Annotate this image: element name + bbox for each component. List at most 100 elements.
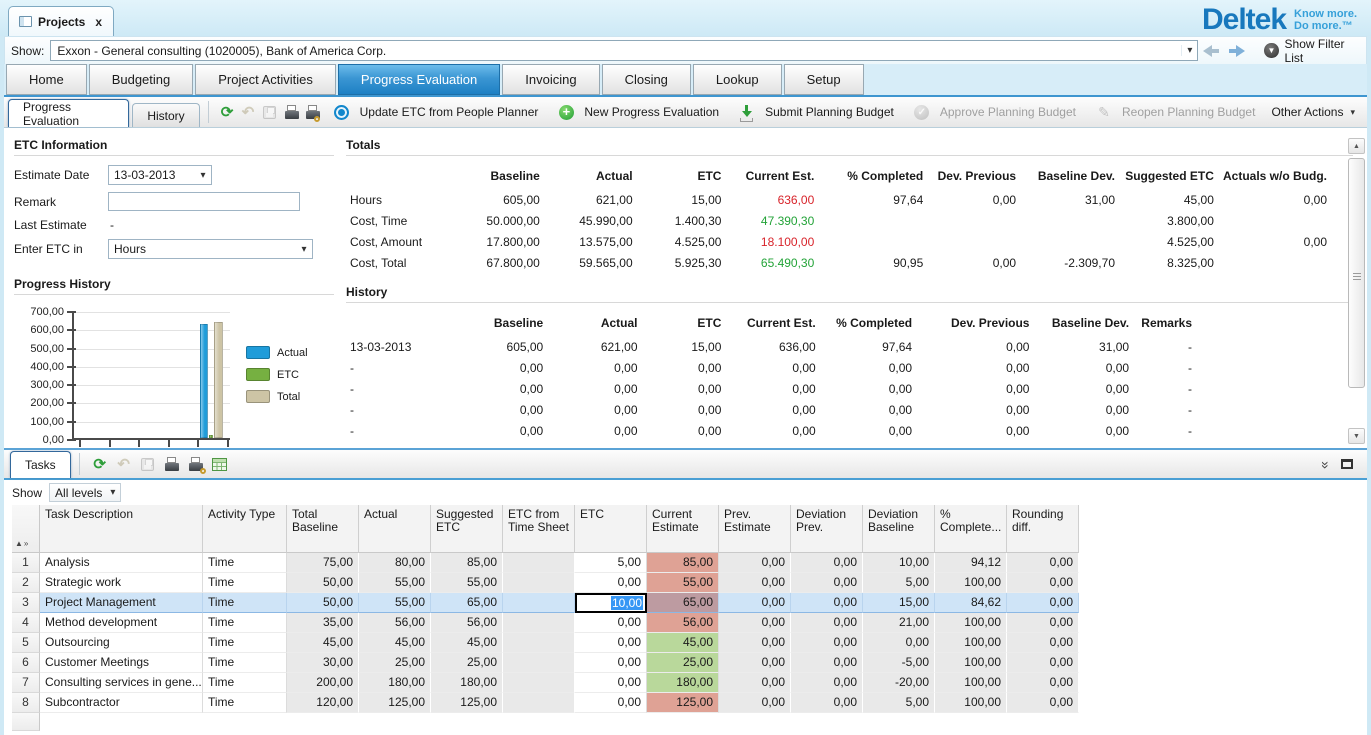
save-icon [261,103,278,122]
maximize-pane-icon[interactable] [1341,459,1353,469]
scrollbar-thumb[interactable] [1348,158,1365,388]
target-icon[interactable] [332,103,352,122]
legend-label: Actual [277,347,308,359]
show-label: Show: [11,44,44,58]
etc-information-column: ETC Information Estimate Date 13-03-2013… [4,128,334,448]
tasks-grid: ▲»Task DescriptionActivity TypeTotal Bas… [12,505,1079,731]
task-row[interactable]: 6Customer MeetingsTime30,0025,0025,000,0… [12,653,1079,673]
vertical-scrollbar[interactable]: ▲ ▼ [1348,138,1365,444]
y-axis-label: 300,00 [14,379,64,391]
close-icon[interactable]: x [95,15,102,29]
tab-tasks[interactable]: Tasks [10,451,71,478]
chevron-down-icon[interactable]: ▾ [1181,45,1197,56]
column-header-etc-from-time-sheet[interactable]: ETC from Time Sheet [503,505,575,553]
deltek-logo: Deltek Know more.Do more.™ [1202,3,1357,37]
legend-label: Total [277,391,300,403]
chart-plot [72,312,230,440]
main-tab-setup[interactable]: Setup [784,64,864,95]
chevron-down-circle-icon: ▼ [1264,43,1278,58]
main-tab-bar: HomeBudgetingProject ActivitiesProgress … [4,64,1367,97]
collapse-pane-icon[interactable]: » [1321,461,1331,467]
new-progress-evaluation-button[interactable]: +New Progress Evaluation [546,103,727,122]
main-tab-project-activities[interactable]: Project Activities [195,64,336,95]
scroll-down-icon[interactable]: ▼ [1348,428,1365,444]
main-tab-home[interactable]: Home [6,64,87,95]
selected-text: 10,00 [611,596,643,610]
preview-icon[interactable] [303,103,320,122]
task-row[interactable]: 3Project ManagementTime50,0055,0065,0010… [12,593,1079,613]
column-header-complete[interactable]: % Complete... [935,505,1007,553]
main-tab-lookup[interactable]: Lookup [693,64,782,95]
column-header-etc[interactable]: ETC [575,505,647,553]
legend-item: ETC [246,368,308,381]
task-row[interactable]: 1AnalysisTime75,0080,0085,005,0085,000,0… [12,553,1079,573]
column-header-actual[interactable]: Actual [359,505,431,553]
brand-name: Deltek [1202,3,1286,37]
column-header-activity-type[interactable]: Activity Type [203,505,287,553]
update-etc-from-people-planner-button[interactable]: Update ETC from People Planner [322,103,547,122]
tasks-pane: Tasks ⟳↶ » Show All levels ▾ ▲»Task Desc… [4,448,1367,735]
table-icon[interactable] [210,455,230,474]
column-header-actual: Actual [547,312,641,336]
column-header-current-estimate[interactable]: Current Estimate [647,505,719,553]
main-tab-invoicing[interactable]: Invoicing [502,64,599,95]
table-row: -0,000,000,000,000,000,000,00- [346,420,1196,441]
column-header-baseline-dev: Baseline Dev. [1033,312,1133,336]
subtab-history[interactable]: History [132,103,199,127]
main-tab-budgeting[interactable]: Budgeting [89,64,194,95]
column-header-baseline-dev: Baseline Dev. [1020,165,1119,189]
column-header-suggested-etc[interactable]: Suggested ETC [431,505,503,553]
subtab-progress-evaluation[interactable]: Progress Evaluation [8,99,129,127]
column-header-total-baseline[interactable]: Total Baseline [287,505,359,553]
task-row[interactable]: 8SubcontractorTime120,00125,00125,000,00… [12,693,1079,713]
row-number: 4 [12,613,40,633]
main-tab-progress-evaluation[interactable]: Progress Evaluation [338,64,500,95]
remark-label: Remark [14,195,108,209]
scroll-up-icon[interactable]: ▲ [1348,138,1365,154]
refresh-icon[interactable]: ⟳ [90,455,110,474]
row-number: 6 [12,653,40,673]
estimate-date-select[interactable]: 13-03-2013 ▾ [108,165,212,185]
column-header-prev-estimate[interactable]: Prev. Estimate [719,505,791,553]
project-selector[interactable]: Exxon - General consulting (1020005), Ba… [50,40,1198,61]
plus-icon[interactable]: + [556,103,576,122]
level-select[interactable]: All levels ▾ [49,483,121,502]
enter-etc-in-select[interactable]: Hours ▾ [108,239,313,259]
task-row[interactable]: 7Consulting services in gene...Time200,0… [12,673,1079,693]
form-icon [19,16,32,27]
column-header-task-description[interactable]: Task Description [40,505,203,553]
show-filter-list-button[interactable]: ▼ Show Filter List [1264,37,1362,65]
column-header-deviation-baseline[interactable]: Deviation Baseline [863,505,935,553]
task-row[interactable]: 5OutsourcingTime45,0045,0045,000,0045,00… [12,633,1079,653]
print-icon[interactable] [282,103,299,122]
preview-icon[interactable] [186,455,206,474]
print-icon[interactable] [162,455,182,474]
main-tab-closing[interactable]: Closing [602,64,691,95]
column-header-deviation-prev[interactable]: Deviation Prev. [791,505,863,553]
totals-column: Totals BaselineActualETCCurrent Est.% Co… [334,128,1367,448]
y-axis-label: 700,00 [14,306,64,318]
bar-total [214,322,223,438]
submit-icon[interactable] [737,103,757,122]
forward-arrow-icon[interactable] [1228,45,1246,57]
task-row[interactable]: 4Method developmentTime35,0056,0056,000,… [12,613,1079,633]
back-arrow-icon[interactable] [1202,45,1220,57]
etc-edit-cell[interactable]: 10,00 [575,593,647,613]
submit-planning-budget-button[interactable]: Submit Planning Budget [727,103,902,122]
y-axis-label: 200,00 [14,397,64,409]
enter-etc-in-label: Enter ETC in [14,242,108,256]
row-number-stub [12,713,40,731]
chevron-down-icon: ▾ [1350,107,1355,118]
row-number: 8 [12,693,40,713]
refresh-icon[interactable]: ⟳ [219,103,236,122]
grid-corner-cell[interactable]: ▲» [12,505,40,553]
other-actions-button[interactable]: Other Actions▾ [1263,105,1363,119]
chevron-down-icon: ▾ [296,244,312,255]
history-title: History [346,285,1353,303]
row-number: 1 [12,553,40,573]
remark-input[interactable] [108,192,300,211]
column-header-rounding-diff[interactable]: Rounding diff. [1007,505,1079,553]
projects-window-tab[interactable]: Projects x [8,6,114,36]
column-header-dev-previous: Dev. Previous [927,165,1020,189]
task-row[interactable]: 2Strategic workTime50,0055,0055,000,0055… [12,573,1079,593]
